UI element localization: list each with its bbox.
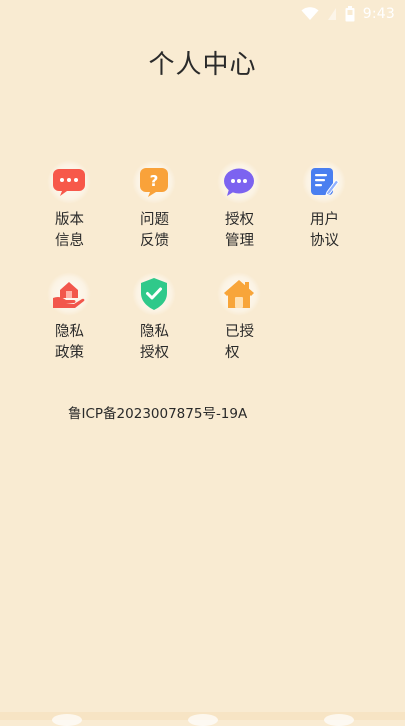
page-title: 个人中心 (148, 50, 257, 80)
menu-item-privacy-auth[interactable]: 隐私授权 (120, 272, 205, 384)
menu-item-label: 版本信息 (55, 212, 84, 249)
house-icon (224, 280, 254, 308)
menu-item-user-agreement[interactable]: 用户协议 (290, 160, 375, 272)
menu-item-label: 已授权 (225, 324, 254, 361)
menu-item-authorized[interactable]: 已授权 (205, 272, 290, 384)
menu-item-label: 隐私政策 (55, 324, 84, 361)
nav-bump (324, 714, 354, 726)
bottom-nav-edge (0, 712, 405, 726)
message-dots-icon (224, 168, 254, 196)
chat-bubble-icon (53, 169, 85, 196)
svg-text:?: ? (150, 172, 159, 190)
menu-item-label: 用户协议 (310, 212, 339, 249)
battery-icon (345, 6, 355, 22)
wifi-icon (301, 7, 319, 20)
status-time: 9:43 (362, 6, 395, 22)
document-edit-icon (311, 168, 339, 196)
status-bar: 9:43 (0, 0, 405, 28)
menu-item-label: 隐私授权 (140, 324, 169, 361)
status-icons: 9:43 (301, 4, 395, 24)
nav-bump (188, 714, 218, 726)
menu-item-version-info[interactable]: 版本信息 (35, 160, 120, 272)
menu-item-label: 授权管理 (225, 212, 254, 249)
menu-item-privacy-policy[interactable]: 隐私政策 (35, 272, 120, 384)
signal-icon (327, 8, 336, 20)
nav-bump (52, 714, 82, 726)
shield-check-icon (141, 278, 167, 310)
menu-item-label: 问题反馈 (140, 212, 169, 249)
menu-item-feedback[interactable]: ? 问题反馈 (120, 160, 205, 272)
hand-house-icon (53, 282, 85, 308)
question-bubble-icon: ? (140, 168, 168, 197)
menu-grid: 版本信息 ? 问题反馈 授权管理 用户协议 隐私政策 隐私授权 已授权 (35, 160, 375, 384)
menu-item-auth-manage[interactable]: 授权管理 (205, 160, 290, 272)
icp-license-text: 鲁ICP备2023007875号-19A (68, 406, 248, 422)
